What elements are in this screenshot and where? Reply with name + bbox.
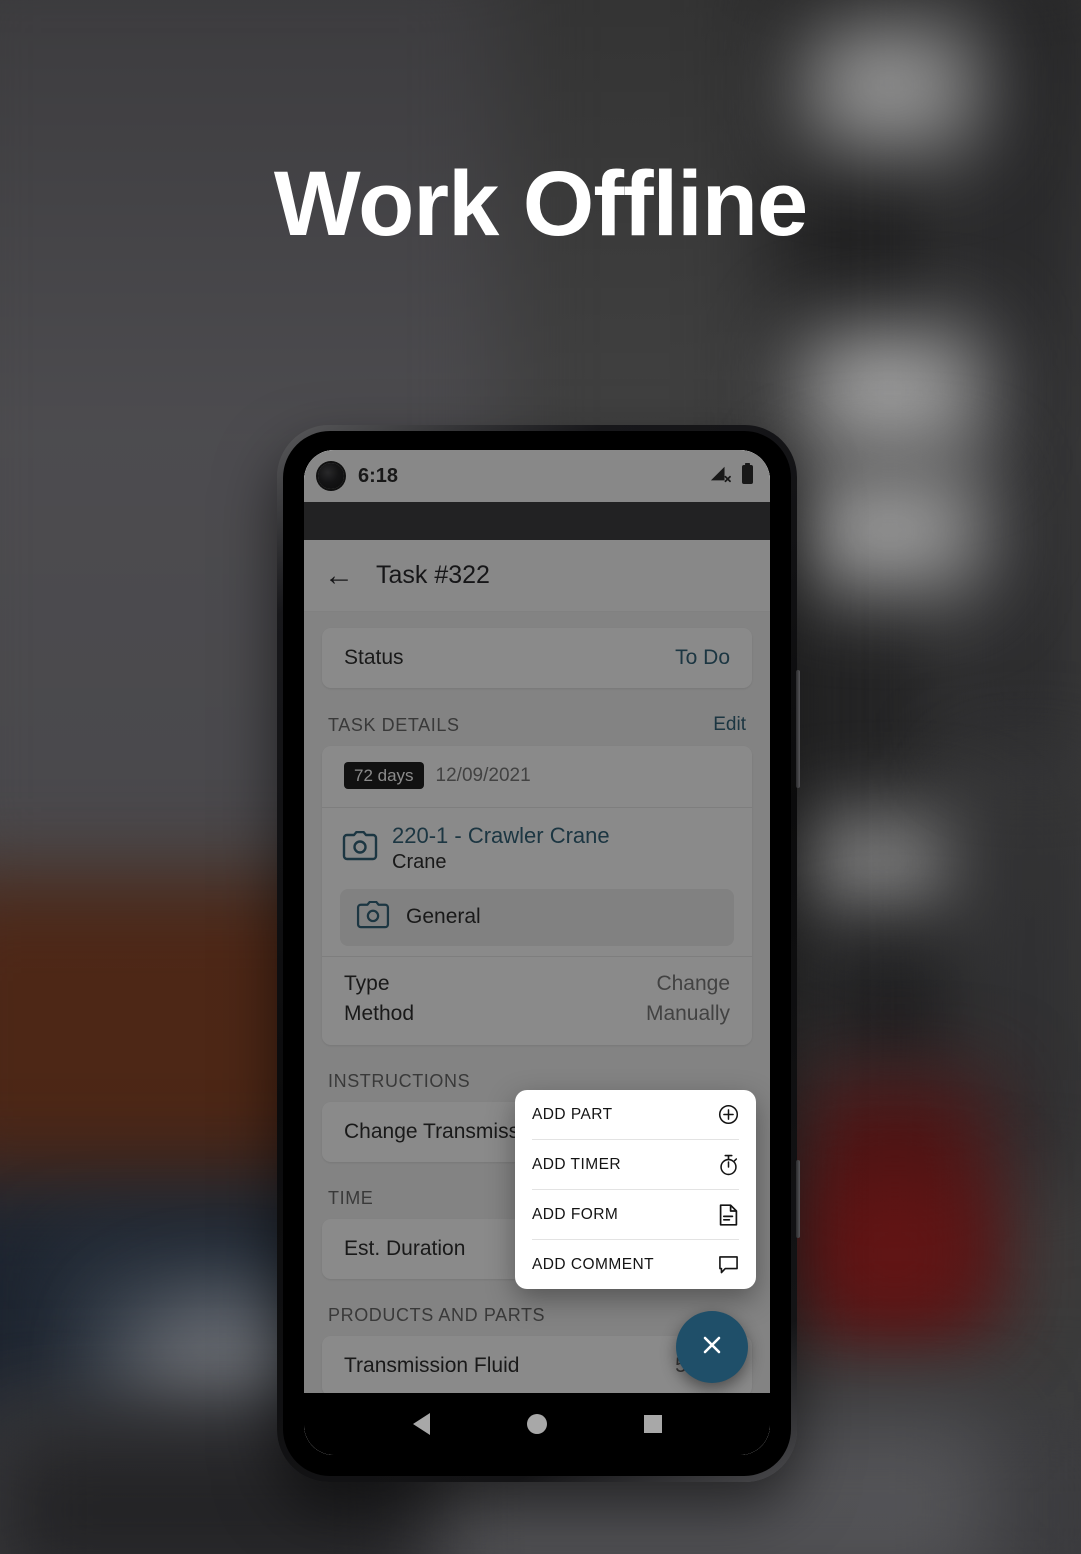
- menu-item-label: ADD COMMENT: [532, 1255, 655, 1273]
- plus-circle-icon: [717, 1104, 739, 1126]
- comment-bubble-icon: [717, 1254, 739, 1276]
- nav-home-icon[interactable]: [526, 1414, 547, 1434]
- modal-scrim[interactable]: [304, 450, 770, 1455]
- page-title: Work Offline: [273, 153, 808, 255]
- menu-item-add-form[interactable]: ADD FORM: [515, 1190, 756, 1239]
- close-icon: [697, 1330, 727, 1365]
- phone-screen: 6:18: [304, 450, 770, 1455]
- menu-item-add-comment[interactable]: ADD COMMENT: [515, 1240, 756, 1289]
- nav-recents-icon[interactable]: [643, 1415, 662, 1433]
- document-icon: [717, 1203, 739, 1226]
- phone-bezel: 6:18: [283, 431, 791, 1476]
- menu-item-label: ADD PART: [532, 1105, 613, 1123]
- android-nav-bar: [304, 1393, 770, 1455]
- menu-item-label: ADD FORM: [532, 1205, 619, 1223]
- menu-item-add-timer[interactable]: ADD TIMER: [515, 1140, 756, 1189]
- menu-item-add-part[interactable]: ADD PART: [515, 1090, 756, 1139]
- promo-screenshot: Work Offline 6:18: [0, 0, 1081, 1554]
- add-action-menu: ADD PART ADD TIMER ADD FORM ADD COMMENT: [515, 1090, 756, 1289]
- stopwatch-icon: [717, 1154, 739, 1176]
- power-button[interactable]: [796, 1160, 800, 1238]
- volume-button[interactable]: [796, 670, 800, 788]
- close-fab-button[interactable]: [676, 1311, 748, 1383]
- menu-item-label: ADD TIMER: [532, 1155, 622, 1173]
- phone-mockup: 6:18: [277, 425, 800, 1482]
- nav-back-icon[interactable]: [412, 1413, 430, 1435]
